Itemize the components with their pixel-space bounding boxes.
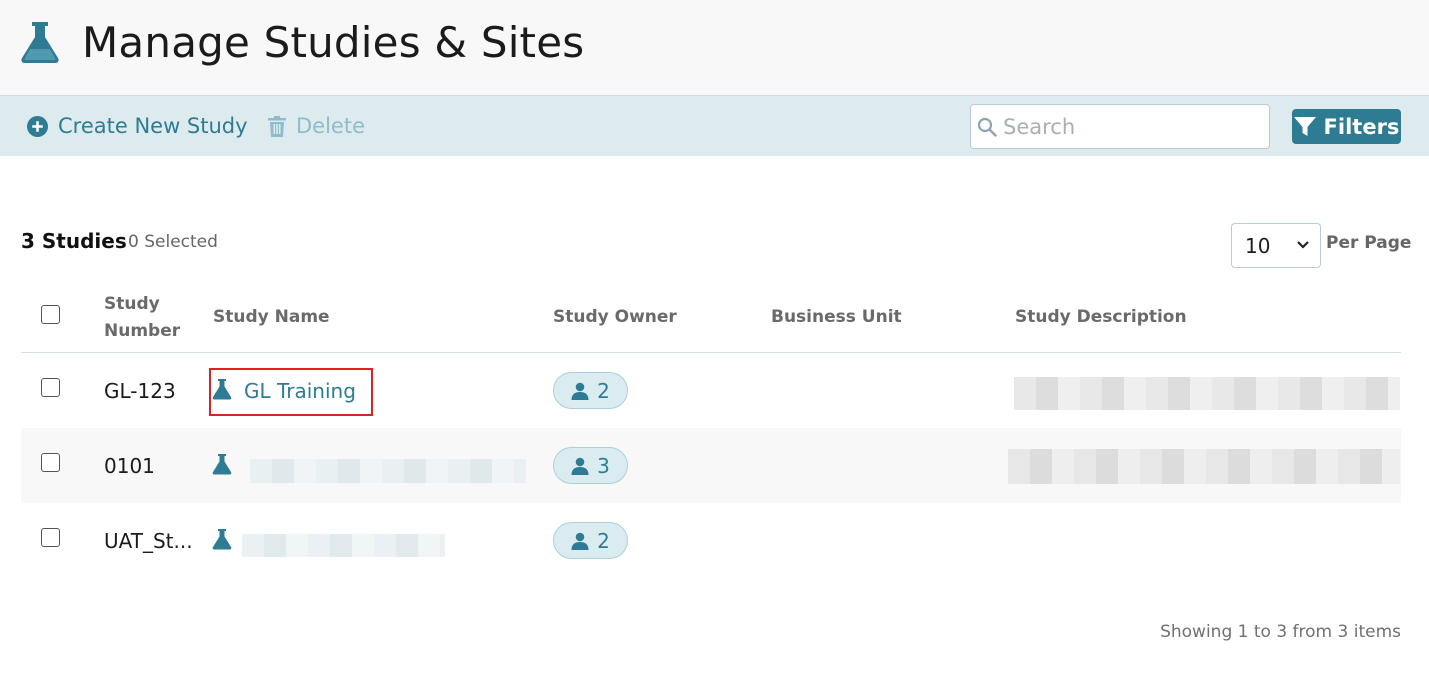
search-box [970, 104, 1270, 149]
study-owner-badge[interactable]: 2 [553, 522, 628, 559]
user-icon [571, 382, 589, 400]
row-checkbox[interactable] [41, 528, 60, 547]
filters-label: Filters [1323, 114, 1400, 139]
redacted-description [1014, 377, 1400, 410]
chevron-down-icon [1297, 241, 1309, 249]
flask-icon [212, 454, 232, 475]
study-owner-badge[interactable]: 2 [553, 372, 628, 409]
owner-count: 2 [597, 528, 610, 553]
col-study-description-header[interactable]: Study Description [1015, 304, 1187, 331]
user-icon [571, 532, 589, 550]
per-page-value: 10 [1245, 233, 1271, 258]
study-number: GL-123 [104, 379, 176, 403]
study-number: 0101 [104, 454, 155, 478]
select-all-checkbox[interactable] [41, 305, 60, 324]
col-study-number-line1: Study [104, 294, 160, 314]
create-new-study-button[interactable]: Create New Study [27, 96, 248, 156]
flask-icon [212, 529, 232, 550]
trash-icon [268, 115, 286, 137]
page-title: Manage Studies & Sites [82, 18, 585, 67]
study-number: UAT_St... [104, 529, 193, 553]
per-page-select[interactable]: 10 [1231, 223, 1321, 268]
create-new-study-label: Create New Study [58, 114, 248, 138]
toolbar: Create New Study Delete Filters [0, 95, 1429, 156]
delete-button[interactable]: Delete [268, 96, 365, 156]
plus-circle-icon [27, 115, 48, 137]
search-icon [977, 117, 997, 137]
highlight-box [209, 368, 373, 416]
col-study-number-header[interactable]: Study Number [104, 291, 180, 345]
pagination-status: Showing 1 to 3 from 3 items [1160, 622, 1401, 642]
col-study-number-line2: Number [104, 321, 181, 341]
delete-label: Delete [296, 114, 365, 138]
owner-count: 2 [597, 378, 610, 403]
owner-count: 3 [597, 453, 610, 478]
redacted-study-name[interactable] [250, 459, 526, 483]
selected-count: 0 Selected [128, 232, 218, 252]
col-study-owner-header[interactable]: Study Owner [553, 304, 677, 331]
flask-icon [21, 22, 59, 63]
filters-button[interactable]: Filters [1292, 109, 1401, 144]
filter-icon [1293, 116, 1316, 136]
studies-count: 3 Studies [21, 229, 127, 253]
col-business-unit-header[interactable]: Business Unit [771, 304, 902, 331]
col-study-name-header[interactable]: Study Name [213, 304, 330, 331]
row-checkbox[interactable] [41, 378, 60, 397]
per-page-label: Per Page [1326, 233, 1412, 253]
row-checkbox[interactable] [41, 453, 60, 472]
redacted-study-name[interactable] [242, 534, 445, 557]
user-icon [571, 457, 589, 475]
redacted-description [1008, 449, 1400, 484]
study-owner-badge[interactable]: 3 [553, 447, 628, 484]
search-input[interactable] [1003, 114, 1253, 139]
page-header: Manage Studies & Sites [0, 0, 1429, 95]
